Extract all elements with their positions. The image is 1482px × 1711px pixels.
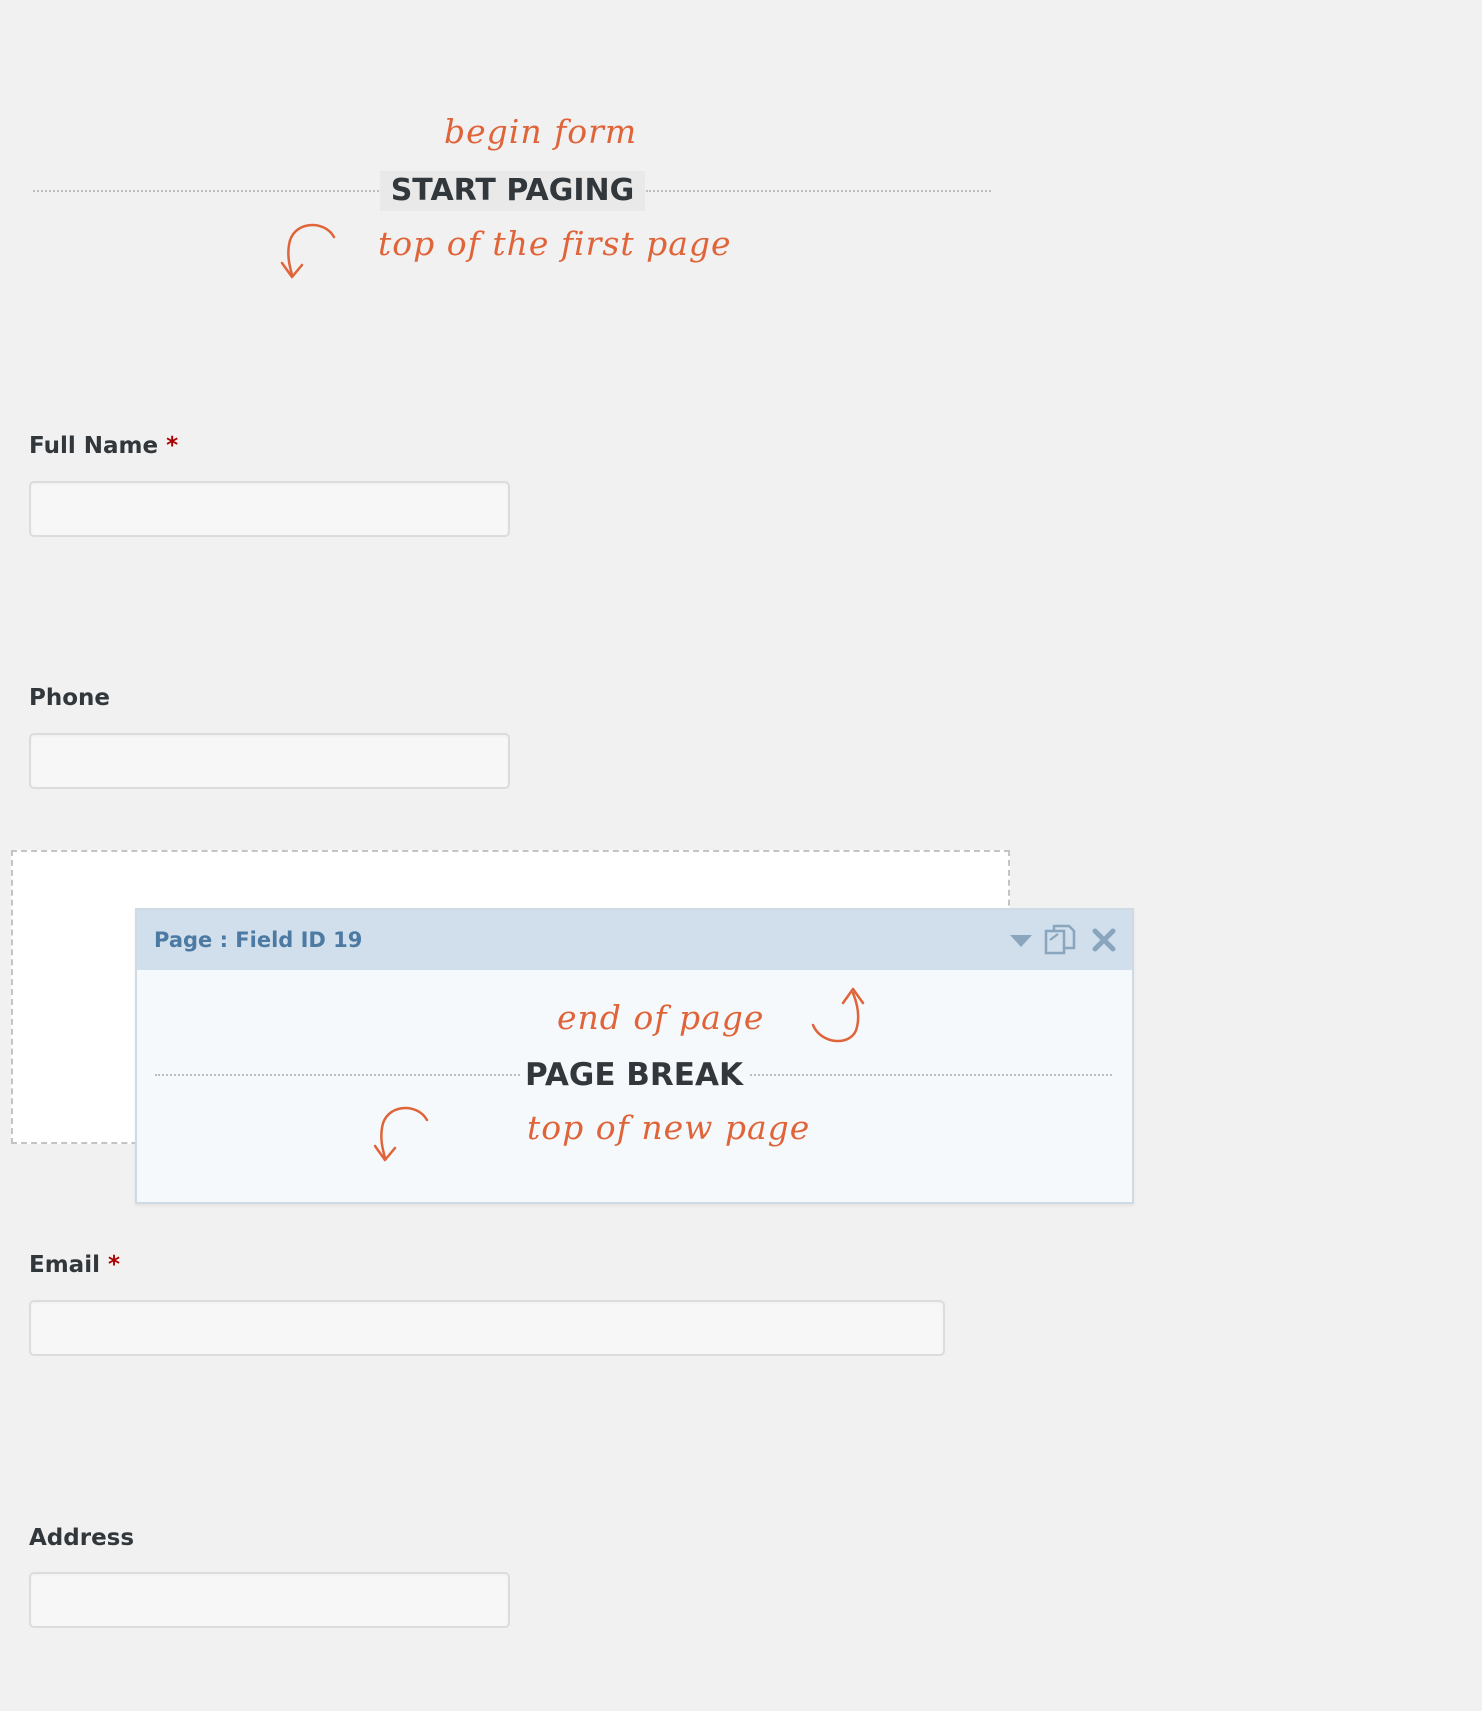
curved-arrow-down-icon: [373, 1106, 429, 1162]
top-of-new-page-annotation: top of new page: [527, 1108, 811, 1147]
curved-arrow-up-icon: [811, 987, 865, 1043]
close-icon[interactable]: [1086, 922, 1122, 958]
address-label: Address: [29, 1525, 135, 1551]
email-label-text: Email: [29, 1252, 100, 1278]
required-asterisk: *: [107, 1252, 120, 1278]
page-break-field-panel[interactable]: Page : Field ID 19 end of page PAGE BREA…: [135, 908, 1134, 1204]
full-name-label: Full Name *: [29, 433, 178, 459]
full-name-input[interactable]: [29, 481, 510, 537]
caret-down-icon[interactable]: [1003, 922, 1039, 958]
curved-arrow-down-icon: [280, 223, 336, 279]
start-paging-divider-right: [646, 190, 991, 192]
duplicate-icon[interactable]: [1042, 922, 1078, 958]
panel-title: Page : Field ID 19: [154, 928, 363, 952]
required-asterisk: *: [166, 433, 179, 459]
phone-input[interactable]: [29, 733, 510, 789]
phone-label: Phone: [29, 685, 111, 711]
start-paging-title: START PAGING: [380, 171, 645, 211]
full-name-label-text: Full Name: [29, 433, 159, 459]
page-break-title: PAGE BREAK: [525, 1057, 743, 1093]
panel-header[interactable]: Page : Field ID 19: [137, 910, 1132, 970]
start-paging-divider-left: [33, 190, 379, 192]
form-builder-canvas: begin form START PAGING top of the first…: [0, 0, 1482, 1711]
page-break-divider-right: [750, 1074, 1112, 1076]
email-input[interactable]: [29, 1300, 945, 1356]
begin-form-annotation: begin form: [444, 112, 638, 151]
address-input[interactable]: [29, 1572, 510, 1628]
top-of-first-page-annotation: top of the first page: [378, 224, 732, 263]
end-of-page-annotation: end of page: [557, 998, 765, 1037]
email-label: Email *: [29, 1252, 120, 1278]
page-break-divider-left: [155, 1074, 520, 1076]
